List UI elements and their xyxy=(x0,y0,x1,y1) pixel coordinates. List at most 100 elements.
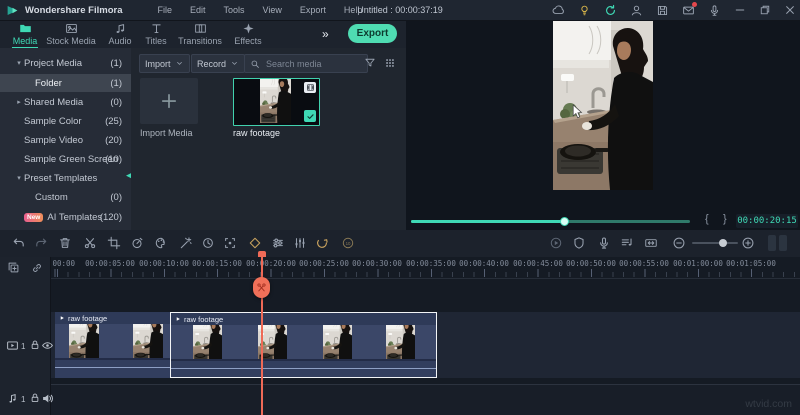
crop-icon[interactable] xyxy=(107,236,121,250)
sidebar-item-project-media[interactable]: ▾ Project Media (1) xyxy=(0,54,131,72)
track-header-column: 1 1 xyxy=(0,257,51,415)
playhead-split-handle[interactable] xyxy=(253,277,270,298)
filmora-app-window: Wondershare Filmora File Edit Tools View… xyxy=(0,0,800,415)
record-dropdown[interactable]: Record xyxy=(191,54,245,73)
clip-audio-strip xyxy=(55,358,170,378)
ruler-label: 00:00:05:00 xyxy=(85,259,135,268)
sidebar-item-folder[interactable]: Folder (1) xyxy=(0,74,131,92)
lock-icon[interactable] xyxy=(29,392,41,404)
chevron-down-icon xyxy=(230,59,239,68)
ruler-label: 00:00:40:00 xyxy=(459,259,509,268)
duration-clock-icon[interactable] xyxy=(201,236,215,250)
link-clips-icon[interactable] xyxy=(31,262,43,274)
ruler-label: 00:00:15:00 xyxy=(192,259,242,268)
main-area: Media Stock Media Audio Titles Transitio… xyxy=(0,20,800,230)
play-icon xyxy=(59,315,65,321)
clip-header: raw footage xyxy=(55,312,170,324)
adjust-sliders-icon[interactable] xyxy=(271,236,285,250)
close-icon[interactable] xyxy=(784,4,796,16)
timeline-clip-1[interactable]: raw footage xyxy=(55,312,170,378)
render-preview-icon[interactable] xyxy=(315,236,329,250)
preview-play-circle-icon[interactable] xyxy=(549,236,563,250)
export-button[interactable]: Export xyxy=(348,24,397,43)
clip-name-label: raw footage xyxy=(233,128,280,138)
filter-icon[interactable] xyxy=(364,57,376,69)
ruler-label: 00:00:25:00 xyxy=(299,259,349,268)
bulb-icon[interactable] xyxy=(578,4,591,17)
mouse-cursor-icon xyxy=(572,104,583,119)
color-correction-icon[interactable] xyxy=(154,236,168,250)
sidebar-item-shared-media[interactable]: ▸ Shared Media (0) xyxy=(0,93,131,111)
search-media-field[interactable] xyxy=(244,54,368,73)
ruler-label: 00:00:45:00 xyxy=(513,259,563,268)
audio-track-lane[interactable] xyxy=(50,385,800,415)
in-use-check-icon xyxy=(304,110,316,122)
image-icon xyxy=(65,22,78,35)
undo-icon[interactable] xyxy=(12,236,26,250)
audio-mixer-icon[interactable] xyxy=(293,236,307,250)
chroma-key-icon[interactable] xyxy=(179,236,193,250)
timeline-zoom-slider[interactable] xyxy=(692,242,738,244)
menu-edit[interactable]: Edit xyxy=(190,5,206,15)
menu-export[interactable]: Export xyxy=(300,5,326,15)
grid-view-icon[interactable] xyxy=(384,57,396,69)
sidebar-item-sample-green-screen[interactable]: Sample Green Screen (10) xyxy=(0,150,131,168)
save-icon[interactable] xyxy=(656,4,669,17)
search-input[interactable] xyxy=(264,58,348,70)
scissors-icon xyxy=(256,282,267,293)
user-icon[interactable] xyxy=(630,4,643,17)
timeline-ruler[interactable]: 00:00:00 00:00:05:00 00:00:10:00 00:00:1… xyxy=(0,257,800,279)
preview-video[interactable] xyxy=(553,20,653,190)
video-frame xyxy=(553,20,653,190)
mic-icon[interactable] xyxy=(708,4,721,17)
preview-quality-icon[interactable] xyxy=(341,236,355,250)
eye-icon[interactable] xyxy=(41,339,54,352)
redo-icon[interactable] xyxy=(34,236,48,250)
sidebar-item-custom[interactable]: Custom (0) xyxy=(0,188,131,206)
sidebar-item-preset-templates[interactable]: ▾ Preset Templates xyxy=(0,169,131,187)
menu-tools[interactable]: Tools xyxy=(224,5,245,15)
video-type-icon xyxy=(304,82,316,93)
maximize-icon[interactable] xyxy=(759,4,771,16)
minimize-icon[interactable] xyxy=(734,4,746,16)
chevron-down-icon xyxy=(175,59,184,68)
media-browser: Import Record Import Media xyxy=(131,48,406,230)
motion-track-icon[interactable] xyxy=(223,236,237,250)
track-separator xyxy=(0,384,800,385)
clip-preview-image xyxy=(260,79,291,123)
delete-icon[interactable] xyxy=(58,236,72,250)
sidebar-item-sample-color[interactable]: Sample Color (25) xyxy=(0,112,131,130)
clip-thumb xyxy=(193,325,222,359)
zoom-slider-handle[interactable] xyxy=(719,239,727,247)
marker-shield-icon[interactable] xyxy=(572,236,586,250)
keyframe-diamond-icon[interactable] xyxy=(248,236,262,250)
notifications[interactable] xyxy=(682,4,695,17)
clip-thumb xyxy=(69,324,99,358)
zoom-out-icon[interactable] xyxy=(672,236,686,250)
speed-icon[interactable] xyxy=(130,236,144,250)
mute-speaker-icon[interactable] xyxy=(41,392,54,405)
layout-toggle-right-icon[interactable] xyxy=(779,235,787,251)
import-media-tile[interactable] xyxy=(140,78,198,124)
lock-icon[interactable] xyxy=(29,339,41,351)
audio-track-icon xyxy=(6,392,19,405)
sidebar-item-sample-video[interactable]: Sample Video (20) xyxy=(0,131,131,149)
import-dropdown[interactable]: Import xyxy=(139,54,190,73)
voiceover-mic-icon[interactable] xyxy=(597,236,611,250)
audio-list-icon[interactable] xyxy=(620,236,634,250)
split-scissors-icon[interactable] xyxy=(83,236,97,250)
menu-file[interactable]: File xyxy=(158,5,173,15)
tab-effects[interactable]: Effects xyxy=(219,22,277,46)
more-tabs-chevron-icon[interactable]: » xyxy=(322,27,327,41)
menu-view[interactable]: View xyxy=(263,5,282,15)
sidebar-item-ai-templates[interactable]: New AI Templates (120) xyxy=(0,208,131,226)
refresh-icon[interactable] xyxy=(604,4,617,17)
cloud-icon[interactable] xyxy=(552,4,565,17)
layout-toggle-left-icon[interactable] xyxy=(768,235,776,251)
timeline-clip-2-selected[interactable]: raw footage xyxy=(170,312,437,378)
manage-tracks-icon[interactable] xyxy=(7,261,20,274)
zoom-in-icon[interactable] xyxy=(741,236,755,250)
text-icon xyxy=(150,22,163,35)
auto-ripple-icon[interactable] xyxy=(644,236,658,250)
media-clip-thumbnail[interactable] xyxy=(233,78,320,126)
